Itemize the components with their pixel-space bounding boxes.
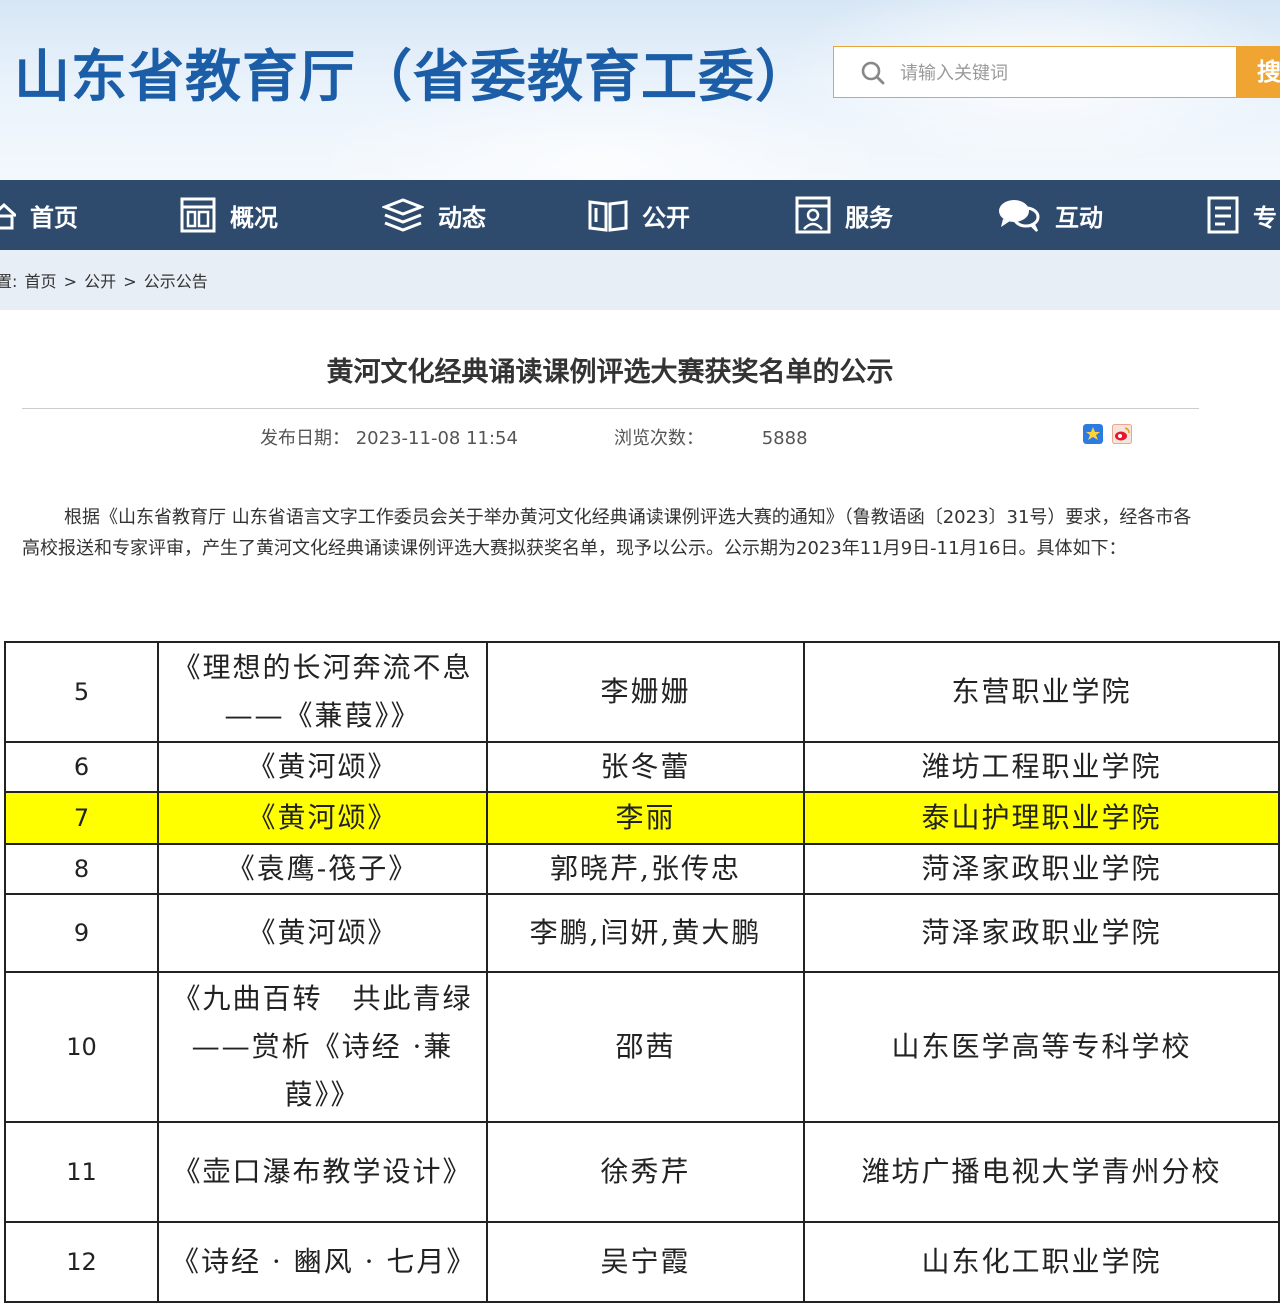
nav-item-home[interactable]: 首页: [0, 180, 78, 250]
work-title: 《理想的长河奔流不息 ——《蒹葭》》: [157, 641, 488, 743]
table-row: 5 《理想的长河奔流不息 ——《蒹葭》》 李姗姗 东营职业学院: [4, 641, 1280, 743]
nav-item-service[interactable]: 服务: [795, 180, 893, 250]
table-row: 6 《黄河颂》 张冬蕾 潍坊工程职业学院: [4, 741, 1280, 793]
work-title: 《壶口瀑布教学设计》: [157, 1121, 488, 1223]
school-name: 山东医学高等专科学校: [803, 971, 1280, 1123]
row-number: 10: [4, 971, 159, 1123]
row-number: 5: [4, 641, 159, 743]
qzone-icon[interactable]: [1083, 424, 1103, 444]
row-number: 7: [4, 791, 159, 845]
article-title: 黄河文化经典诵读课例评选大赛获奖名单的公示: [326, 357, 894, 388]
school-name: 山东化工职业学院: [803, 1221, 1280, 1303]
nav-label: 专: [1253, 203, 1277, 232]
search-icon: [861, 61, 885, 85]
school-name: 潍坊广播电视大学青州分校: [803, 1121, 1280, 1223]
breadcrumb-separator: >: [123, 272, 137, 291]
home-icon: [0, 202, 16, 230]
breadcrumb-prefix: 置:: [0, 272, 18, 291]
awards-table: 5 《理想的长河奔流不息 ——《蒹葭》》 李姗姗 东营职业学院 6 《黄河颂》 …: [4, 641, 1280, 1303]
nav-item-overview[interactable]: 概况: [180, 180, 278, 250]
row-number: 8: [4, 843, 159, 895]
table-row: 8 《袁鹰-筏子》 郭晓芹,张传忠 菏泽家政职业学院: [4, 843, 1280, 895]
view-count: 浏览次数： 5888: [614, 424, 808, 450]
author-names: 李鹏,闫妍,黄大鹏: [486, 893, 805, 973]
table-row-highlighted: 7 《黄河颂》 李丽 泰山护理职业学院: [4, 791, 1280, 845]
table-row: 9 《黄河颂》 李鹏,闫妍,黄大鹏 菏泽家政职业学院: [4, 893, 1280, 973]
views-value: 5888: [761, 428, 808, 449]
breadcrumb-bar: 置: 首页 > 公开 > 公示公告: [0, 250, 1280, 310]
author-names: 吴宁霞: [486, 1221, 805, 1303]
work-title: 《九曲百转 共此青绿——赏析《诗经 ·蒹葭》》: [157, 971, 488, 1123]
service-icon: [795, 196, 831, 234]
work-title: 《袁鹰-筏子》: [157, 843, 488, 895]
table-row: 11 《壶口瀑布教学设计》 徐秀芹 潍坊广播电视大学青州分校: [4, 1121, 1280, 1223]
publish-value: 2023-11-08 11:54: [355, 428, 518, 449]
author-names: 徐秀芹: [486, 1121, 805, 1223]
table-row: 10 《九曲百转 共此青绿——赏析《诗经 ·蒹葭》》 邵茜 山东医学高等专科学校: [4, 971, 1280, 1123]
author-names: 张冬蕾: [486, 741, 805, 793]
overview-icon: [180, 197, 216, 233]
breadcrumb: 置: 首页 > 公开 > 公示公告: [0, 268, 210, 292]
table-row: 12 《诗经 · 豳风 · 七月》 吴宁霞 山东化工职业学院: [4, 1221, 1280, 1303]
nav-label: 概况: [230, 203, 278, 232]
school-name: 潍坊工程职业学院: [803, 741, 1280, 793]
search-input[interactable]: [898, 55, 1232, 91]
book-icon: [588, 200, 628, 232]
school-name: 泰山护理职业学院: [803, 791, 1280, 845]
author-names: 李丽: [486, 791, 805, 845]
author-names: 郭晓芹,张传忠: [486, 843, 805, 895]
work-title: 《诗经 · 豳风 · 七月》: [157, 1221, 488, 1303]
school-name: 菏泽家政职业学院: [803, 893, 1280, 973]
site-title: 山东省教育厅（省委教育工委）: [14, 45, 812, 110]
chat-icon: [999, 200, 1040, 232]
work-title: 《黄河颂》: [157, 791, 488, 845]
row-number: 6: [4, 741, 159, 793]
author-names: 邵茜: [486, 971, 805, 1123]
row-number: 11: [4, 1121, 159, 1223]
nav-item-interact[interactable]: 互动: [997, 180, 1103, 250]
breadcrumb-public[interactable]: 公开: [84, 272, 116, 291]
publish-date: 发布日期： 2023-11-08 11:54: [260, 424, 518, 450]
publish-label: 发布日期：: [260, 428, 350, 449]
main-nav: 首页 概况 动态 公开 服务 互动 专: [0, 180, 1280, 250]
row-number: 9: [4, 893, 159, 973]
nav-item-news[interactable]: 动态: [382, 180, 486, 250]
work-title: 《黄河颂》: [157, 893, 488, 973]
nav-label: 服务: [845, 203, 893, 232]
row-number: 12: [4, 1221, 159, 1303]
nav-item-special[interactable]: 专: [1207, 180, 1277, 250]
work-title: 《黄河颂》: [157, 741, 488, 793]
breadcrumb-announcements[interactable]: 公示公告: [144, 272, 208, 291]
nav-label: 动态: [438, 203, 486, 232]
header-banner: 山东省教育厅（省委教育工委） 搜: [0, 0, 1280, 180]
views-label: 浏览次数：: [614, 428, 704, 449]
nav-label: 互动: [1055, 203, 1103, 232]
school-name: 菏泽家政职业学院: [803, 843, 1280, 895]
breadcrumb-home[interactable]: 首页: [25, 272, 57, 291]
title-divider: [22, 408, 1199, 409]
author-names: 李姗姗: [486, 641, 805, 743]
breadcrumb-separator: >: [63, 272, 78, 291]
nav-label: 首页: [30, 203, 78, 232]
doc-icon: [1207, 196, 1239, 234]
nav-item-public[interactable]: 公开: [588, 180, 690, 250]
search-button[interactable]: 搜: [1237, 46, 1280, 98]
news-icon: [382, 198, 424, 232]
article-intro: 根据《山东省教育厅 山东省语言文字工作委员会关于举办黄河文化经典诵读课例评选大赛…: [22, 507, 1192, 559]
search-box[interactable]: [833, 46, 1237, 98]
nav-label: 公开: [642, 203, 690, 232]
school-name: 东营职业学院: [803, 641, 1280, 743]
weibo-icon[interactable]: [1112, 424, 1132, 444]
